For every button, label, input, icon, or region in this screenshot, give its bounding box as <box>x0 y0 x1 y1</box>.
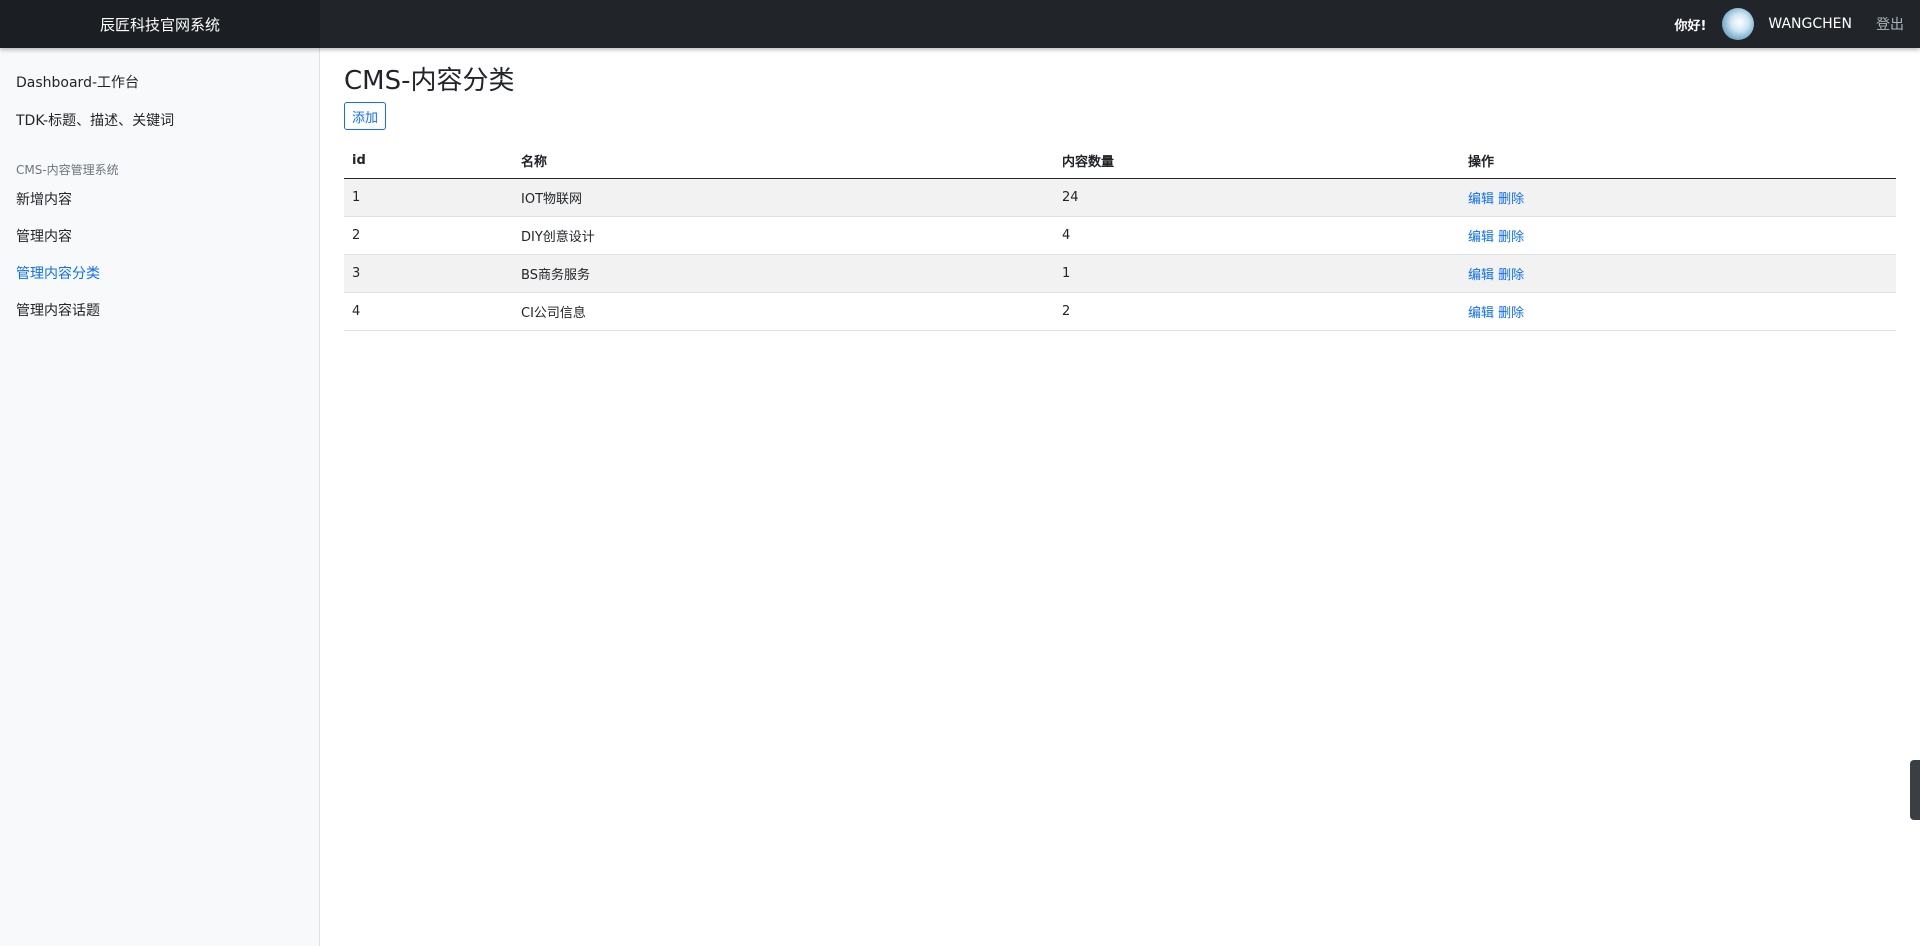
edit-link[interactable]: 编辑 <box>1468 268 1494 283</box>
column-header-count: 内容数量 <box>1054 142 1460 179</box>
table-header-row: id 名称 内容数量 操作 <box>344 142 1896 179</box>
user-area: 你好! WANGCHEN 登出 <box>1674 0 1920 48</box>
cell-count: 24 <box>1054 178 1460 217</box>
cell-name: BS商务服务 <box>513 254 1054 293</box>
logout-link[interactable]: 登出 <box>1876 14 1904 34</box>
cell-actions: 编辑 删除 <box>1460 216 1896 255</box>
sidebar-item-manage-topics[interactable]: 管理内容话题 <box>16 300 100 320</box>
cell-name: IOT物联网 <box>513 178 1054 217</box>
category-table: id 名称 内容数量 操作 1 IOT物联网 24 编辑 删除 2 DIY创意设… <box>344 142 1896 331</box>
sidebar-section-heading: CMS-内容管理系统 <box>16 163 119 177</box>
cell-id: 1 <box>344 178 513 217</box>
edit-link[interactable]: 编辑 <box>1468 230 1494 245</box>
table-row: 2 DIY创意设计 4 编辑 删除 <box>344 216 1896 255</box>
column-header-id: id <box>344 142 513 179</box>
cell-id: 4 <box>344 292 513 331</box>
delete-link[interactable]: 删除 <box>1498 306 1524 321</box>
cell-actions: 编辑 删除 <box>1460 292 1896 331</box>
cell-actions: 编辑 删除 <box>1460 254 1896 293</box>
add-button[interactable]: 添加 <box>344 102 387 130</box>
delete-link[interactable]: 删除 <box>1498 268 1524 283</box>
cell-count: 1 <box>1054 254 1460 293</box>
top-navbar: 辰匠科技官网系统 你好! WANGCHEN 登出 <box>0 0 1920 48</box>
side-scroll-handle[interactable] <box>1910 760 1920 820</box>
cell-count: 4 <box>1054 216 1460 255</box>
cell-name: DIY创意设计 <box>513 216 1054 255</box>
page-title: CMS-内容分类 <box>344 66 515 96</box>
sidebar-item-new-content[interactable]: 新增内容 <box>16 189 72 209</box>
brand-title[interactable]: 辰匠科技官网系统 <box>0 0 320 48</box>
cell-id: 2 <box>344 216 513 255</box>
column-header-name: 名称 <box>513 142 1054 179</box>
sidebar-item-tdk[interactable]: TDK-标题、描述、关键词 <box>16 110 174 130</box>
edit-link[interactable]: 编辑 <box>1468 192 1494 207</box>
column-header-actions: 操作 <box>1460 142 1896 179</box>
greeting-text: 你好! <box>1674 18 1707 34</box>
table-row: 1 IOT物联网 24 编辑 删除 <box>344 178 1896 217</box>
cell-id: 3 <box>344 254 513 293</box>
sidebar-item-dashboard[interactable]: Dashboard-工作台 <box>16 72 139 92</box>
cell-actions: 编辑 删除 <box>1460 178 1896 217</box>
table-row: 4 CI公司信息 2 编辑 删除 <box>344 292 1896 331</box>
delete-link[interactable]: 删除 <box>1498 192 1524 207</box>
sidebar: Dashboard-工作台 TDK-标题、描述、关键词 CMS-内容管理系统 新… <box>0 48 320 946</box>
edit-link[interactable]: 编辑 <box>1468 306 1494 321</box>
delete-link[interactable]: 删除 <box>1498 230 1524 245</box>
sidebar-item-manage-content[interactable]: 管理内容 <box>16 226 72 246</box>
avatar[interactable] <box>1722 8 1755 40</box>
cell-name: CI公司信息 <box>513 292 1054 331</box>
username[interactable]: WANGCHEN <box>1768 16 1852 32</box>
cell-count: 2 <box>1054 292 1460 331</box>
sidebar-item-manage-categories[interactable]: 管理内容分类 <box>16 263 100 283</box>
table-row: 3 BS商务服务 1 编辑 删除 <box>344 254 1896 293</box>
